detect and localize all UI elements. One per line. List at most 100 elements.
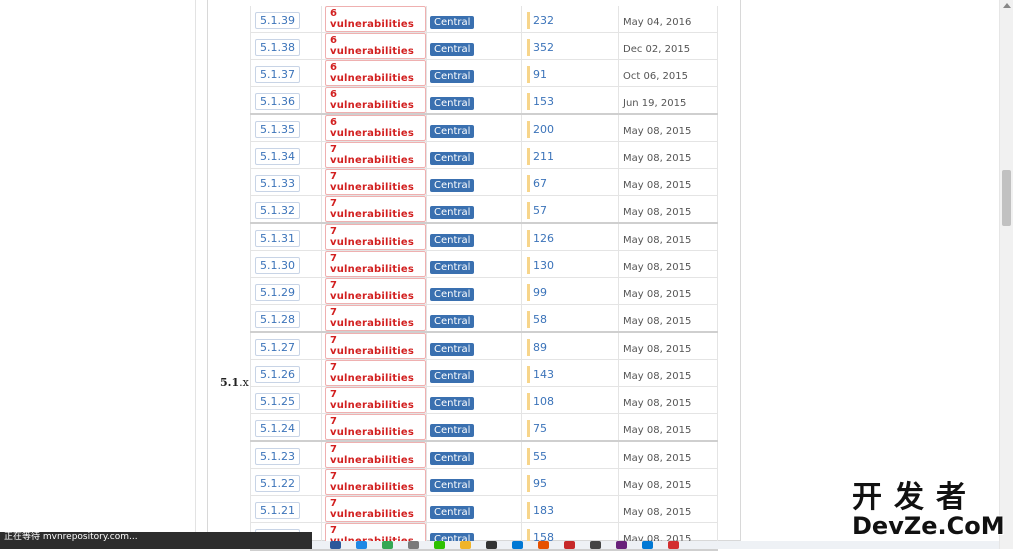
version-link[interactable]: 5.1.32 [255, 202, 300, 219]
version-link[interactable]: 5.1.38 [255, 39, 300, 56]
chrome-icon[interactable] [382, 541, 393, 549]
vulnerabilities-badge[interactable]: 7 vulnerabilities [325, 496, 426, 522]
vulnerabilities-badge[interactable]: 7 vulnerabilities [325, 305, 426, 331]
edge-icon[interactable] [356, 541, 367, 549]
usages-link[interactable]: 99 [527, 284, 547, 301]
repository-badge[interactable]: Central [430, 314, 475, 328]
usages-link[interactable]: 352 [527, 39, 554, 56]
version-link-cell: 5.1.34 [250, 141, 322, 169]
app-icon[interactable] [538, 541, 549, 549]
terminal-icon[interactable] [590, 541, 601, 549]
repository-badge[interactable]: Central [430, 478, 475, 492]
vulnerabilities-badge[interactable]: 7 vulnerabilities [325, 333, 426, 359]
version-link[interactable]: 5.1.35 [255, 121, 300, 138]
vulnerabilities-badge[interactable]: 7 vulnerabilities [325, 360, 426, 386]
repository-badge[interactable]: Central [430, 124, 475, 138]
usages-link[interactable]: 153 [527, 93, 554, 110]
version-link[interactable]: 5.1.26 [255, 366, 300, 383]
vulnerabilities-badge[interactable]: 7 vulnerabilities [325, 169, 426, 195]
scroll-up-icon[interactable] [1003, 3, 1011, 8]
repository-badge[interactable]: Central [430, 342, 475, 356]
usages-link[interactable]: 91 [527, 66, 547, 83]
usages-link[interactable]: 57 [527, 202, 547, 219]
version-link[interactable]: 5.1.24 [255, 420, 300, 437]
version-link[interactable]: 5.1.33 [255, 175, 300, 192]
repository-badge[interactable]: Central [430, 42, 475, 56]
vulnerabilities-badge[interactable]: 7 vulnerabilities [325, 142, 426, 168]
repository-badge[interactable]: Central [430, 96, 475, 110]
version-link[interactable]: 5.1.22 [255, 475, 300, 492]
scroll-thumb[interactable] [1002, 170, 1011, 226]
version-link[interactable]: 5.1.25 [255, 393, 300, 410]
usages-link[interactable]: 75 [527, 420, 547, 437]
vulnerabilities-badge[interactable]: 6 vulnerabilities [325, 6, 426, 32]
folder-icon[interactable] [460, 541, 471, 549]
store-icon[interactable] [512, 541, 523, 549]
usages-link[interactable]: 200 [527, 121, 554, 138]
usages-link[interactable]: 143 [527, 366, 554, 383]
usages-link[interactable]: 95 [527, 475, 547, 492]
version-link[interactable]: 5.1.36 [255, 93, 300, 110]
repository-badge[interactable]: Central [430, 423, 475, 437]
media-icon[interactable] [564, 541, 575, 549]
repository-badge[interactable]: Central [430, 233, 475, 247]
usages-link[interactable]: 211 [527, 148, 554, 165]
vulnerabilities-badge[interactable]: 7 vulnerabilities [325, 442, 426, 468]
version-link[interactable]: 5.1.29 [255, 284, 300, 301]
version-row: 5.1.25 7 vulnerabilities Central 108 May 08,… [250, 386, 718, 414]
vulnerabilities-badge[interactable]: 7 vulnerabilities [325, 196, 426, 222]
vulnerabilities-badge[interactable]: 7 vulnerabilities [325, 278, 426, 304]
mail-icon[interactable] [642, 541, 653, 549]
vulnerabilities-badge[interactable]: 6 vulnerabilities [325, 115, 426, 141]
vulnerabilities-badge[interactable]: 7 vulnerabilities [325, 414, 426, 440]
repository-badge[interactable]: Central [430, 451, 475, 465]
vulnerabilities-badge[interactable]: 6 vulnerabilities [325, 33, 426, 59]
version-link[interactable]: 5.1.23 [255, 448, 300, 465]
repository-badge[interactable]: Central [430, 151, 475, 165]
github-icon[interactable] [486, 541, 497, 549]
version-link[interactable]: 5.1.21 [255, 502, 300, 519]
usages-link-cell: 352 [521, 32, 619, 60]
version-link[interactable]: 5.1.30 [255, 257, 300, 274]
repository-badge[interactable]: Central [430, 15, 475, 29]
version-link[interactable]: 5.1.34 [255, 148, 300, 165]
version-row: 5.1.21 7 vulnerabilities Central 183 May 08,… [250, 495, 718, 523]
repository-badge[interactable]: Central [430, 178, 475, 192]
version-link[interactable]: 5.1.37 [255, 66, 300, 83]
settings-icon[interactable] [408, 541, 419, 549]
vulnerabilities-badge[interactable]: 7 vulnerabilities [325, 387, 426, 413]
usages-link[interactable]: 232 [527, 12, 554, 29]
repository-badge[interactable]: Central [430, 396, 475, 410]
release-date: May 08, 2015 [623, 234, 692, 246]
version-link[interactable]: 5.1.39 [255, 12, 300, 29]
usages-link[interactable]: 126 [527, 230, 554, 247]
usages-link[interactable]: 130 [527, 257, 554, 274]
usages-link[interactable]: 89 [527, 339, 547, 356]
vulnerabilities-badge[interactable]: 6 vulnerabilities [325, 87, 426, 113]
vertical-scrollbar[interactable] [999, 0, 1013, 549]
vulnerabilities-badge[interactable]: 7 vulnerabilities [325, 224, 426, 250]
version-link[interactable]: 5.1.27 [255, 339, 300, 356]
repository-badge[interactable]: Central [430, 505, 475, 519]
usages-link[interactable]: 55 [527, 448, 547, 465]
vulnerabilities-badge-cell: 7 vulnerabilities [321, 332, 427, 360]
usages-link[interactable]: 67 [527, 175, 547, 192]
repository-badge[interactable]: Central [430, 205, 475, 219]
vs-icon[interactable] [616, 541, 627, 549]
word-icon[interactable] [330, 541, 341, 549]
repository-badge[interactable]: Central [430, 369, 475, 383]
usages-link[interactable]: 108 [527, 393, 554, 410]
vulnerabilities-badge[interactable]: 7 vulnerabilities [325, 251, 426, 277]
usages-link[interactable]: 58 [527, 311, 547, 328]
wechat-icon[interactable] [434, 541, 445, 549]
repository-badge[interactable]: Central [430, 69, 475, 83]
release-date: May 04, 2016 [623, 16, 692, 28]
usages-link[interactable]: 183 [527, 502, 554, 519]
repository-badge[interactable]: Central [430, 260, 475, 274]
vulnerabilities-badge[interactable]: 6 vulnerabilities [325, 60, 426, 86]
pdf-icon[interactable] [668, 541, 679, 549]
version-link[interactable]: 5.1.28 [255, 311, 300, 328]
repository-badge[interactable]: Central [430, 287, 475, 301]
version-link[interactable]: 5.1.31 [255, 230, 300, 247]
vulnerabilities-badge[interactable]: 7 vulnerabilities [325, 469, 426, 495]
